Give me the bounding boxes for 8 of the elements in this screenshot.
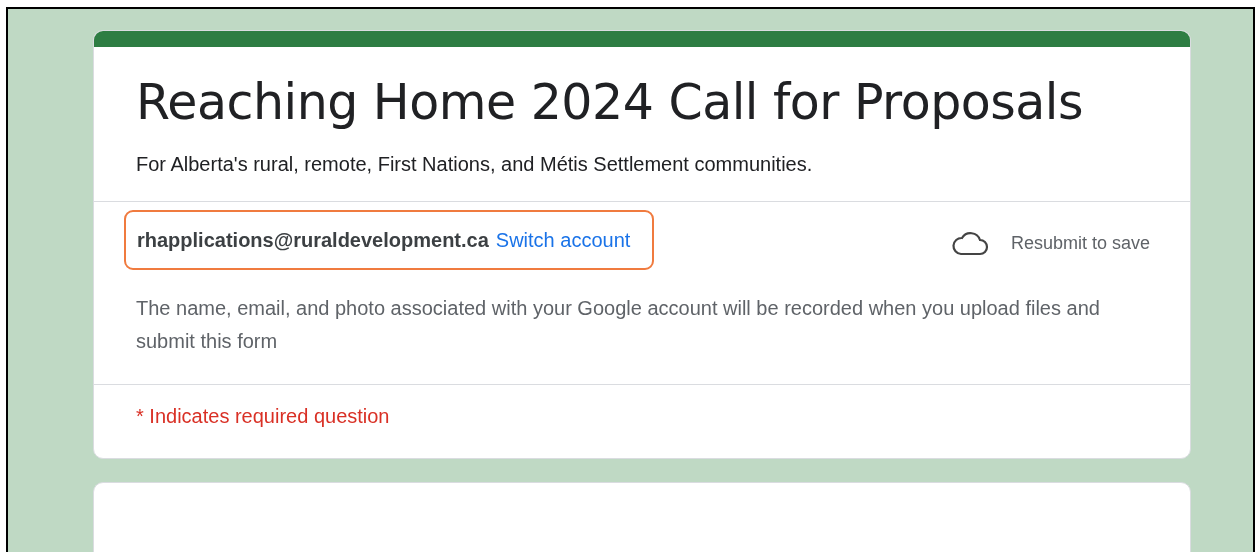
required-note: * Indicates required question (135, 404, 391, 429)
save-status: Resubmit to save (1010, 232, 1150, 254)
switch-account-link[interactable]: Switch account (495, 228, 631, 252)
cloud-icon (950, 230, 989, 256)
form-title: Reaching Home 2024 Call for Proposals (135, 73, 1084, 133)
account-email: rhapplications@ruraldevelopment.ca (137, 228, 489, 252)
form-description: For Alberta's rural, remote, First Nations, and Métis Settlement communities. (135, 152, 814, 177)
account-notice: The name, email, and photo associated with your Google account will be recorded when you upload files and submit this form (135, 296, 1101, 354)
